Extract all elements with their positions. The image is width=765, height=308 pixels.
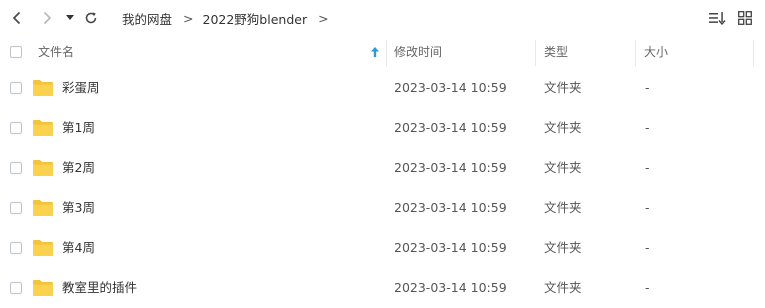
file-type: 文件夹	[544, 200, 582, 215]
column-divider[interactable]	[753, 40, 754, 66]
chevron-right-icon	[43, 11, 52, 25]
file-row[interactable]: 第3周 2023-03-14 10:59 文件夹 -	[0, 188, 765, 228]
file-row[interactable]: 彩蛋周 2023-03-14 10:59 文件夹 -	[0, 68, 765, 108]
sort-ascending-icon[interactable]	[370, 46, 380, 58]
column-size-header[interactable]: 大小	[644, 38, 668, 66]
toolbar: 我的网盘 > 2022野狗blender >	[0, 0, 765, 36]
file-type: 文件夹	[544, 280, 582, 295]
grid-view-button[interactable]	[735, 8, 755, 28]
sort-button[interactable]	[706, 8, 728, 28]
file-name[interactable]: 彩蛋周	[62, 68, 100, 108]
file-size: -	[645, 200, 650, 215]
breadcrumb-separator: >	[183, 10, 194, 26]
back-button[interactable]	[8, 8, 26, 28]
file-modified: 2023-03-14 10:59	[394, 240, 507, 255]
file-modified: 2023-03-14 10:59	[394, 120, 507, 135]
folder-icon	[33, 200, 53, 216]
file-row[interactable]: 教室里的插件 2023-03-14 10:59 文件夹 -	[0, 268, 765, 308]
file-size: -	[645, 80, 650, 95]
file-row[interactable]: 第2周 2023-03-14 10:59 文件夹 -	[0, 148, 765, 188]
file-modified: 2023-03-14 10:59	[394, 280, 507, 295]
column-divider[interactable]	[386, 40, 387, 66]
file-row[interactable]: 第1周 2023-03-14 10:59 文件夹 -	[0, 108, 765, 148]
folder-icon	[33, 120, 53, 136]
file-name[interactable]: 第2周	[62, 148, 95, 188]
file-modified: 2023-03-14 10:59	[394, 80, 507, 95]
column-modified-header[interactable]: 修改时间	[394, 38, 442, 66]
row-checkbox[interactable]	[10, 82, 22, 94]
folder-icon	[33, 280, 53, 296]
folder-icon	[33, 160, 53, 176]
file-type: 文件夹	[544, 160, 582, 175]
select-all-checkbox[interactable]	[10, 46, 22, 58]
row-checkbox[interactable]	[10, 242, 22, 254]
breadcrumb: 我的网盘 > 2022野狗blender >	[122, 0, 338, 36]
file-size: -	[645, 120, 650, 135]
file-name[interactable]: 第1周	[62, 108, 95, 148]
refresh-icon	[85, 12, 97, 24]
file-name[interactable]: 第4周	[62, 228, 95, 268]
sort-list-icon	[709, 12, 726, 25]
breadcrumb-item-root[interactable]: 我的网盘	[122, 9, 172, 28]
file-type: 文件夹	[544, 240, 582, 255]
file-modified: 2023-03-14 10:59	[394, 200, 507, 215]
file-row[interactable]: 第4周 2023-03-14 10:59 文件夹 -	[0, 228, 765, 268]
breadcrumb-separator: >	[318, 10, 329, 26]
row-checkbox[interactable]	[10, 202, 22, 214]
forward-button[interactable]	[38, 8, 56, 28]
caret-down-icon	[66, 15, 74, 20]
history-dropdown-button[interactable]	[64, 8, 76, 28]
file-name[interactable]: 第3周	[62, 188, 95, 228]
column-divider[interactable]	[535, 40, 536, 66]
file-name[interactable]: 教室里的插件	[62, 268, 137, 308]
column-divider[interactable]	[635, 40, 636, 66]
folder-icon	[33, 240, 53, 256]
row-checkbox[interactable]	[10, 162, 22, 174]
folder-icon	[33, 80, 53, 96]
column-name-header[interactable]: 文件名	[38, 38, 74, 66]
chevron-left-icon	[12, 11, 21, 25]
file-size: -	[645, 160, 650, 175]
breadcrumb-item-folder[interactable]: 2022野狗blender	[203, 9, 308, 28]
file-size: -	[645, 240, 650, 255]
grid-view-icon	[738, 11, 752, 25]
refresh-button[interactable]	[82, 8, 100, 28]
file-modified: 2023-03-14 10:59	[394, 160, 507, 175]
file-type: 文件夹	[544, 80, 582, 95]
column-type-header[interactable]: 类型	[544, 38, 568, 66]
column-header: 文件名 修改时间 类型 大小	[0, 38, 765, 66]
file-type: 文件夹	[544, 120, 582, 135]
row-checkbox[interactable]	[10, 282, 22, 294]
row-checkbox[interactable]	[10, 122, 22, 134]
file-size: -	[645, 280, 650, 295]
